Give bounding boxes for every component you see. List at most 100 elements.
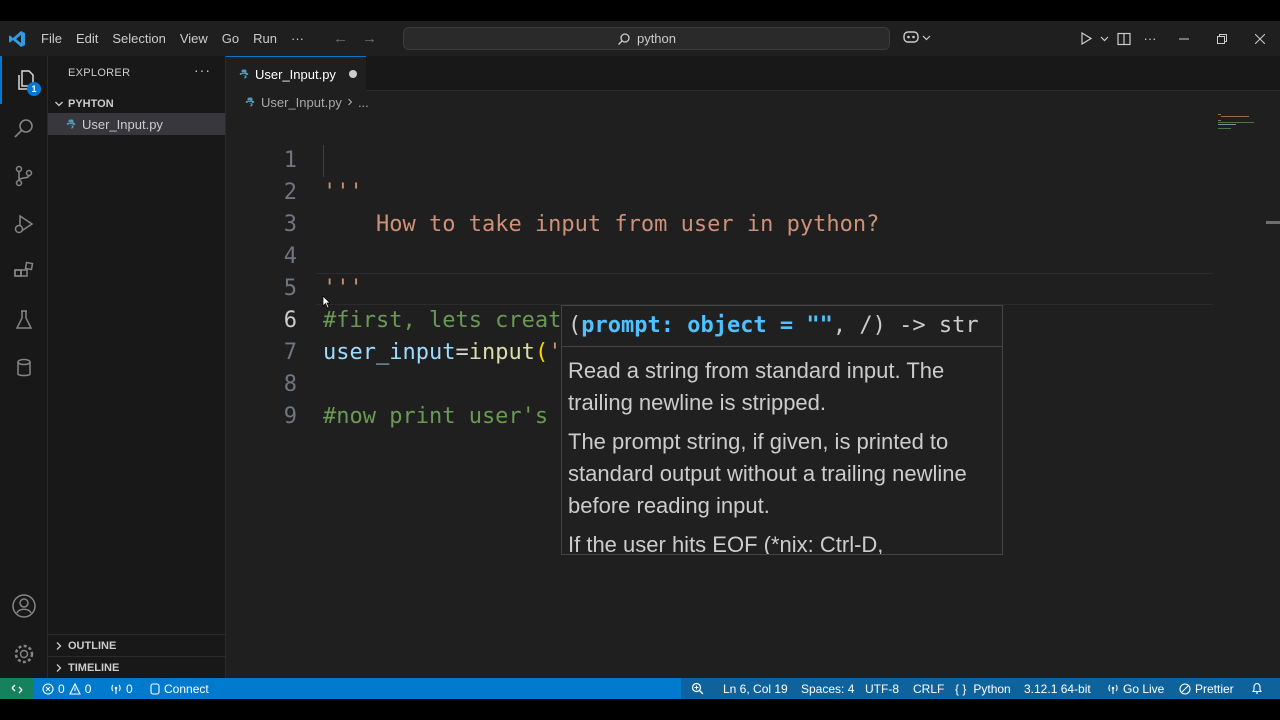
- chevron-right-icon: [56, 641, 62, 650]
- title-bar: File Edit Selection View Go Run ··· ← → …: [0, 21, 1280, 56]
- connect-label: Connect: [164, 681, 209, 696]
- breadcrumb-file[interactable]: User_Input.py: [261, 95, 342, 110]
- prettier-circle-icon: [1179, 682, 1191, 695]
- letterbox-top: [0, 0, 1280, 21]
- broadcast-icon: [1108, 684, 1118, 694]
- zoom-icon[interactable]: [691, 678, 704, 699]
- search-text: python: [636, 31, 677, 46]
- unsaved-dot-icon[interactable]: [348, 70, 357, 78]
- ports-count: 0: [126, 681, 133, 696]
- explorer-more-icon[interactable]: ···: [194, 62, 211, 78]
- braces-icon: { }: [955, 681, 967, 696]
- status-bar: 0 0 0 Connect Ln 6, Col 19 Spaces: 4 UTF…: [0, 678, 1280, 699]
- connect-button[interactable]: Connect: [150, 678, 209, 699]
- python-file-icon: [239, 69, 249, 79]
- database-icon[interactable]: [0, 344, 48, 392]
- file-label: User_Input.py: [82, 116, 163, 132]
- mouse-pointer-icon: [322, 295, 331, 309]
- popup-divider: [562, 346, 1002, 347]
- encoding[interactable]: UTF-8: [865, 678, 899, 699]
- signature-param: prompt: object =: [581, 313, 807, 338]
- outline-section[interactable]: OUTLINE: [48, 634, 225, 656]
- activity-bar: 1: [0, 56, 48, 678]
- signature-rest: , /) -> str: [832, 313, 979, 338]
- signature-default: "": [806, 313, 833, 338]
- cursor-position[interactable]: Ln 6, Col 19: [723, 678, 788, 699]
- settings-gear-icon[interactable]: [0, 630, 48, 678]
- overview-ruler-marker: [1266, 221, 1280, 224]
- minimize-icon[interactable]: [1165, 21, 1203, 56]
- breadcrumb: User_Input.py ...: [226, 91, 1280, 113]
- python-file-icon: [66, 119, 76, 129]
- chevron-right-icon: [56, 663, 62, 672]
- code-line-8: #now print user's: [323, 404, 549, 429]
- forward-arrow-icon[interactable]: →: [362, 30, 377, 47]
- menu-bar: File Edit Selection View Go Run ···: [34, 21, 311, 56]
- run-dropdown-chevron-icon[interactable]: [1097, 34, 1111, 43]
- language-mode[interactable]: { } Python: [955, 678, 1011, 699]
- prettier-button[interactable]: Prettier: [1179, 678, 1234, 699]
- menu-run[interactable]: Run: [246, 21, 284, 56]
- file-user-input[interactable]: User_Input.py: [48, 113, 225, 135]
- language-label: Python: [973, 681, 1011, 696]
- go-live-label: Go Live: [1123, 681, 1165, 696]
- copilot-menu[interactable]: [902, 29, 931, 45]
- run-play-icon[interactable]: [1075, 32, 1097, 45]
- tab-label: User_Input.py: [255, 66, 336, 82]
- vscode-logo-icon: [0, 21, 34, 56]
- indentation[interactable]: Spaces: 4: [801, 678, 854, 699]
- doc-paragraph: If the user hits EOF (*nix: Ctrl-D,: [568, 532, 884, 555]
- explorer-title: EXPLORER: [68, 67, 131, 79]
- tab-bar: User_Input.py: [226, 56, 1280, 91]
- account-icon[interactable]: [0, 582, 48, 630]
- folder-pyhton[interactable]: PYHTON: [48, 93, 225, 115]
- explorer-badge: 1: [27, 82, 41, 96]
- antenna-icon: [111, 684, 121, 694]
- line-number: 9: [283, 404, 297, 429]
- go-live-button[interactable]: Go Live: [1107, 678, 1164, 699]
- prettier-label: Prettier: [1195, 681, 1234, 696]
- notifications-bell-icon[interactable]: [1251, 678, 1263, 699]
- menu-view[interactable]: View: [173, 21, 215, 56]
- menu-go[interactable]: Go: [215, 21, 246, 56]
- function-docstring: Read a string from standard input. The t…: [568, 355, 998, 555]
- python-interpreter[interactable]: 3.12.1 64-bit: [1024, 678, 1091, 699]
- files-icon[interactable]: 1: [0, 56, 48, 104]
- outline-label: OUTLINE: [68, 639, 117, 652]
- signature-open: (: [568, 313, 582, 338]
- remote-indicator-icon[interactable]: [0, 678, 34, 699]
- menu-edit[interactable]: Edit: [69, 21, 105, 56]
- run-debug-icon[interactable]: [0, 200, 48, 248]
- timeline-section[interactable]: TIMELINE: [48, 656, 225, 678]
- search-icon[interactable]: [0, 104, 48, 152]
- error-count: 0: [58, 681, 65, 696]
- doc-paragraph: Read a string from standard input. The t…: [568, 358, 945, 415]
- back-arrow-icon[interactable]: ←: [333, 30, 348, 47]
- restore-icon[interactable]: [1203, 21, 1241, 56]
- database-small-icon: [150, 682, 160, 695]
- more-actions-icon[interactable]: ···: [1139, 31, 1161, 46]
- chevron-down-icon: [922, 35, 931, 40]
- extensions-icon[interactable]: [0, 248, 48, 296]
- ports-indicator[interactable]: 0: [110, 678, 133, 699]
- command-center-search[interactable]: python: [403, 27, 890, 50]
- testing-icon[interactable]: [0, 296, 48, 344]
- menu-file[interactable]: File: [34, 21, 69, 56]
- folder-label: PYHTON: [68, 98, 114, 110]
- end-of-line[interactable]: CRLF: [913, 678, 944, 699]
- menu-selection[interactable]: Selection: [105, 21, 172, 56]
- warning-count: 0: [84, 681, 92, 696]
- menu-more[interactable]: ···: [284, 21, 311, 56]
- function-signature: (prompt: object = "", /) -> str: [568, 310, 979, 342]
- source-control-icon[interactable]: [0, 152, 48, 200]
- timeline-label: TIMELINE: [68, 661, 120, 674]
- copilot-icon: [903, 31, 919, 43]
- chevron-right-icon: [348, 98, 353, 106]
- close-icon[interactable]: [1241, 21, 1279, 56]
- error-icon: [42, 682, 54, 695]
- breadcrumb-symbols[interactable]: ...: [358, 95, 369, 110]
- split-editor-icon[interactable]: [1113, 32, 1135, 46]
- tab-user-input[interactable]: User_Input.py: [226, 56, 366, 91]
- python-file-icon: [245, 97, 255, 107]
- problems-indicator[interactable]: 0 0: [42, 678, 91, 699]
